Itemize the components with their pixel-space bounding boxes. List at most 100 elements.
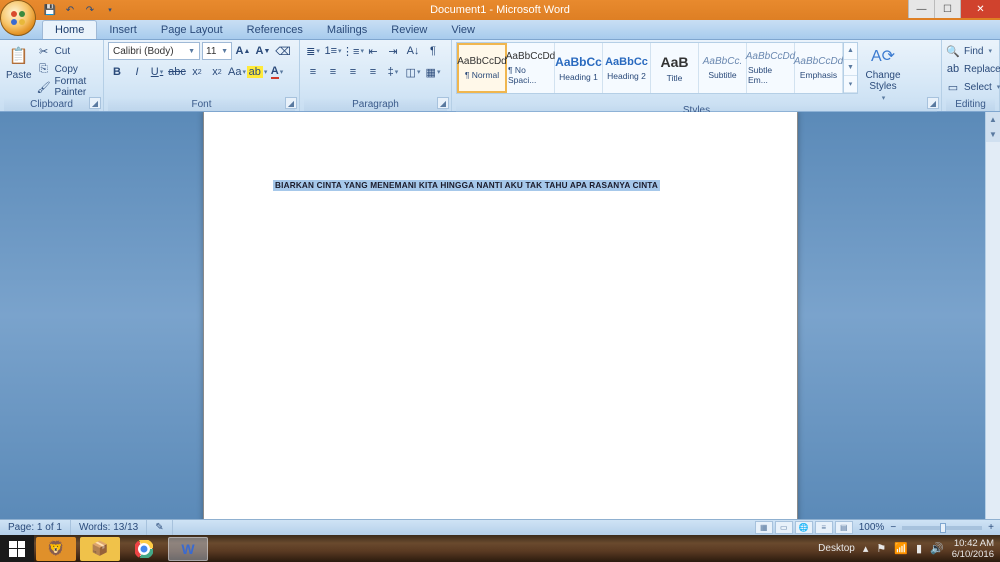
view-full-screen[interactable]: ▭: [775, 521, 793, 534]
font-dialog-launcher[interactable]: ◢: [285, 97, 297, 109]
shrink-font-button[interactable]: A▼: [254, 42, 272, 60]
superscript-button[interactable]: x2: [208, 63, 226, 81]
style-no-spacing[interactable]: AaBbCcDd¶ No Spaci...: [507, 43, 555, 93]
battery-icon[interactable]: ▮: [916, 542, 922, 555]
style-heading-2[interactable]: AaBbCcHeading 2: [603, 43, 651, 93]
bold-button[interactable]: B: [108, 63, 126, 81]
clipboard-dialog-launcher[interactable]: ◢: [89, 97, 101, 109]
font-color-button[interactable]: A▾: [268, 63, 286, 81]
flag-icon[interactable]: ⚑: [876, 542, 886, 555]
tab-insert[interactable]: Insert: [97, 21, 149, 39]
style-heading-1[interactable]: AaBbCcHeading 1: [555, 43, 603, 93]
decrease-indent-button[interactable]: ⇤: [364, 42, 382, 60]
taskbar-app-1[interactable]: 🦁: [36, 537, 76, 561]
minimize-button[interactable]: —: [908, 0, 934, 18]
maximize-button[interactable]: ☐: [934, 0, 960, 18]
change-styles-button[interactable]: A⟳ Change Styles ▾: [861, 42, 905, 104]
view-print-layout[interactable]: ▦: [755, 521, 773, 534]
strikethrough-button[interactable]: abc: [168, 63, 186, 81]
scroll-up-icon[interactable]: ▲: [986, 112, 1000, 127]
style-title[interactable]: AaBTitle: [651, 43, 699, 93]
align-right-button[interactable]: ≡: [344, 63, 362, 81]
save-icon[interactable]: 💾: [42, 2, 58, 18]
window-title: Document1 - Microsoft Word: [430, 4, 570, 16]
paste-button[interactable]: 📋 Paste: [4, 42, 34, 83]
taskbar-word[interactable]: W: [168, 537, 208, 561]
style-subtle-emphasis[interactable]: AaBbCcDdSubtle Em...: [747, 43, 795, 93]
paste-label: Paste: [6, 70, 32, 81]
show-marks-button[interactable]: ¶: [424, 42, 442, 60]
format-painter-button[interactable]: 🖌Format Painter: [37, 78, 99, 96]
italic-button[interactable]: I: [128, 63, 146, 81]
gallery-more[interactable]: ▾: [844, 76, 857, 93]
increase-indent-button[interactable]: ⇥: [384, 42, 402, 60]
align-left-button[interactable]: ≡: [304, 63, 322, 81]
tab-page-layout[interactable]: Page Layout: [149, 21, 235, 39]
network-icon[interactable]: 📶: [894, 542, 908, 555]
style-emphasis[interactable]: AaBbCcDdEmphasis: [795, 43, 843, 93]
tab-view[interactable]: View: [439, 21, 487, 39]
change-case-button[interactable]: Aa▾: [228, 63, 246, 81]
undo-icon[interactable]: ↶: [62, 2, 78, 18]
font-name-combo[interactable]: Calibri (Body)▼: [108, 42, 200, 60]
zoom-level[interactable]: 100%: [859, 522, 885, 533]
vertical-scrollbar[interactable]: ▲ ▼: [985, 112, 1000, 519]
document-page[interactable]: BIARKAN CINTA YANG MENEMANI KITA HINGGA …: [203, 112, 798, 519]
show-desktop-label[interactable]: Desktop: [818, 543, 855, 554]
taskbar-chrome[interactable]: [124, 537, 164, 561]
tab-review[interactable]: Review: [379, 21, 439, 39]
document-area[interactable]: BIARKAN CINTA YANG MENEMANI KITA HINGGA …: [0, 112, 1000, 519]
style-normal[interactable]: AaBbCcDd¶ Normal: [457, 43, 507, 93]
tray-up-icon[interactable]: ▴: [863, 542, 869, 555]
line-spacing-button[interactable]: ‡▾: [384, 63, 402, 81]
clear-formatting-button[interactable]: ⌫: [274, 42, 292, 60]
taskbar-app-2[interactable]: 📦: [80, 537, 120, 561]
tab-home[interactable]: Home: [42, 20, 97, 39]
gallery-row-up[interactable]: ▲: [844, 43, 857, 60]
sort-button[interactable]: A↓: [404, 42, 422, 60]
zoom-thumb[interactable]: [940, 523, 946, 533]
multilevel-button[interactable]: ⋮≡▾: [344, 42, 362, 60]
replace-button[interactable]: abReplace: [946, 60, 1000, 78]
paragraph-dialog-launcher[interactable]: ◢: [437, 97, 449, 109]
scroll-down-icon[interactable]: ▼: [986, 127, 1000, 142]
qat-customize-icon[interactable]: ▾: [102, 2, 118, 18]
view-outline[interactable]: ≡: [815, 521, 833, 534]
select-button[interactable]: ▭Select▾: [946, 78, 1000, 96]
office-button[interactable]: [0, 0, 36, 36]
numbering-button[interactable]: 1≡▾: [324, 42, 342, 60]
grow-font-button[interactable]: A▲: [234, 42, 252, 60]
shading-button[interactable]: ◫▾: [404, 63, 422, 81]
bullets-button[interactable]: ≣▾: [304, 42, 322, 60]
start-button[interactable]: [0, 535, 34, 562]
zoom-in-button[interactable]: +: [988, 522, 994, 533]
justify-button[interactable]: ≡: [364, 63, 382, 81]
gallery-row-down[interactable]: ▼: [844, 60, 857, 77]
style-subtitle[interactable]: AaBbCc.Subtitle: [699, 43, 747, 93]
zoom-slider[interactable]: [902, 526, 982, 530]
ribbon-tabs: Home Insert Page Layout References Maili…: [0, 20, 1000, 40]
borders-button[interactable]: ▦▾: [424, 63, 442, 81]
cut-button[interactable]: ✂Cut: [37, 42, 99, 60]
selected-text[interactable]: BIARKAN CINTA YANG MENEMANI KITA HINGGA …: [273, 180, 660, 191]
status-words[interactable]: Words: 13/13: [71, 520, 147, 535]
styles-gallery-scroll: ▲ ▼ ▾: [843, 43, 857, 93]
underline-button[interactable]: U▾: [148, 63, 166, 81]
status-language-icon[interactable]: ✎: [147, 520, 172, 535]
align-center-button[interactable]: ≡: [324, 63, 342, 81]
view-web-layout[interactable]: 🌐: [795, 521, 813, 534]
volume-icon[interactable]: 🔊: [930, 542, 944, 555]
zoom-out-button[interactable]: −: [890, 522, 896, 533]
tab-references[interactable]: References: [235, 21, 315, 39]
font-size-combo[interactable]: 11▼: [202, 42, 232, 60]
highlight-button[interactable]: ab▾: [248, 63, 266, 81]
styles-dialog-launcher[interactable]: ◢: [927, 97, 939, 109]
redo-icon[interactable]: ↷: [82, 2, 98, 18]
tray-clock[interactable]: 10:42 AM 6/10/2016: [952, 538, 994, 560]
view-draft[interactable]: ▤: [835, 521, 853, 534]
status-page[interactable]: Page: 1 of 1: [0, 520, 71, 535]
tab-mailings[interactable]: Mailings: [315, 21, 379, 39]
close-button[interactable]: ✕: [960, 0, 1000, 18]
subscript-button[interactable]: x2: [188, 63, 206, 81]
find-button[interactable]: 🔍Find▾: [946, 42, 1000, 60]
